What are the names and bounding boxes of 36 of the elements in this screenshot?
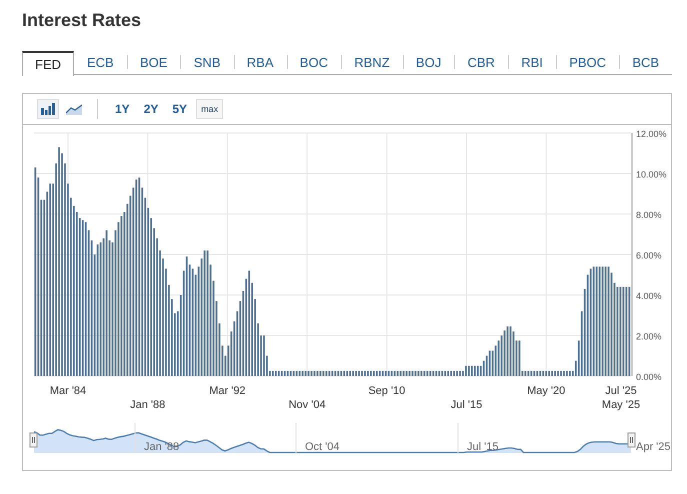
tab[interactable]: RBA xyxy=(234,50,287,74)
range-button[interactable]: 1Y xyxy=(110,99,135,119)
tab[interactable]: CBR xyxy=(454,50,508,74)
tab[interactable]: RBI xyxy=(508,50,556,74)
tab[interactable]: BOE xyxy=(127,50,180,74)
axis-label: Jul '15 xyxy=(450,399,482,411)
tab[interactable]: ECB xyxy=(74,50,127,74)
axis-label: Jan '88 xyxy=(130,399,166,411)
range-button[interactable]: max xyxy=(196,99,224,119)
axis-label: Jul '25 xyxy=(605,385,637,397)
axis-label: 12.00% xyxy=(636,129,667,139)
tab[interactable]: BCB xyxy=(619,50,672,74)
range-button[interactable]: 2Y xyxy=(138,99,164,119)
tab[interactable]: BOJ xyxy=(402,50,454,74)
axis-label: 2.00% xyxy=(636,332,662,342)
tab[interactable]: SNB xyxy=(180,50,234,74)
axis-label: 10.00% xyxy=(636,170,667,180)
axis-label: 0.00% xyxy=(636,372,662,382)
axis-label: Sep '10 xyxy=(368,385,406,397)
navigator-label: Oct '04 xyxy=(305,441,340,453)
axis-label: Nov '04 xyxy=(288,399,326,411)
tab[interactable]: FED xyxy=(22,50,74,76)
navigator-label: Jul '15 xyxy=(467,441,498,453)
axis-label: Mar '92 xyxy=(209,385,246,397)
tab[interactable]: PBOC xyxy=(556,50,620,74)
navigator-label: Apr '25 xyxy=(636,441,671,453)
axis-label: 4.00% xyxy=(636,291,662,301)
axis-label: May '20 xyxy=(527,385,566,397)
axis-label: May '25 xyxy=(602,399,640,411)
axis-label: 8.00% xyxy=(636,210,662,220)
tab[interactable]: RBNZ xyxy=(341,50,403,74)
tab[interactable]: BOC xyxy=(286,50,341,74)
page-title: Interest Rates xyxy=(22,10,142,32)
axis-label: 6.00% xyxy=(636,250,662,260)
range-button[interactable]: 5Y xyxy=(167,99,192,119)
axis-label: Mar '84 xyxy=(50,385,86,397)
